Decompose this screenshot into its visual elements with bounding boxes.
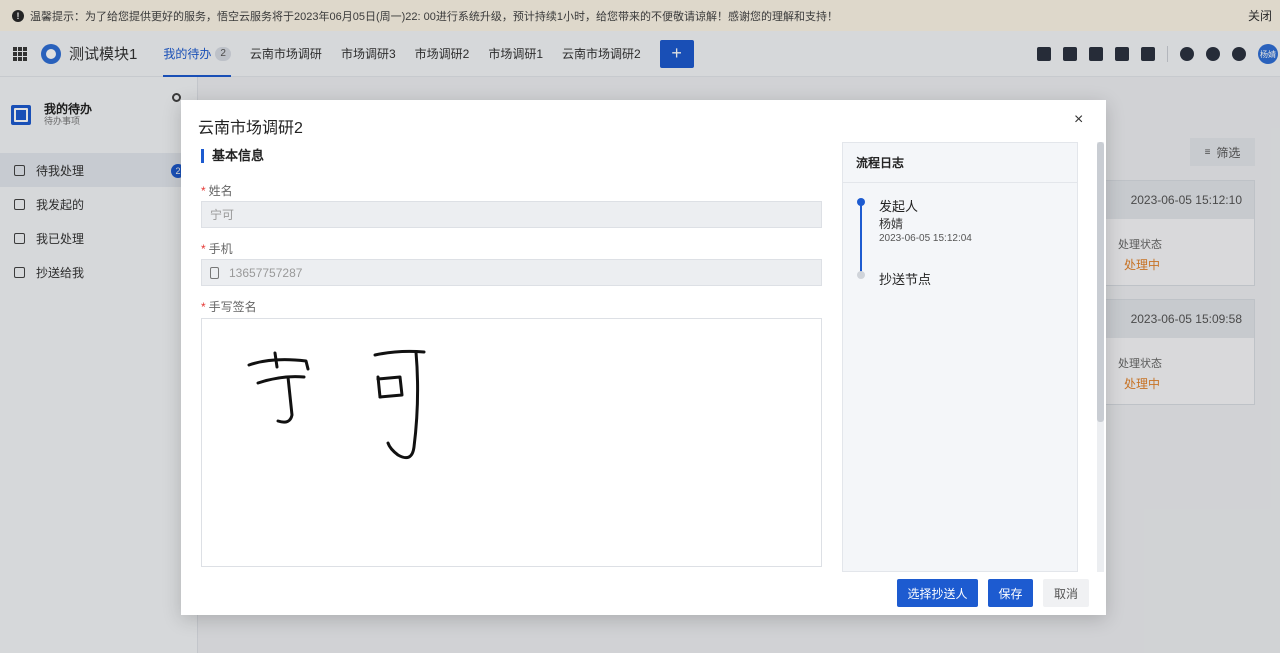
name-label: * 姓名 xyxy=(201,182,233,199)
required-mark: * xyxy=(201,242,206,256)
cancel-button[interactable]: 取消 xyxy=(1043,579,1089,607)
timeline-dot-pending xyxy=(857,271,865,279)
save-button[interactable]: 保存 xyxy=(988,579,1033,607)
form-modal: 云南市场调研2 × 基本信息 * 姓名 宁可 * 手机 13657757287 * 手… xyxy=(181,100,1106,615)
section-title: 基本信息 xyxy=(201,149,264,163)
phone-label: * 手机 xyxy=(201,240,233,257)
log-entry-title: 抄送节点 xyxy=(879,272,932,287)
name-field[interactable]: 宁可 xyxy=(201,201,822,228)
close-icon[interactable]: × xyxy=(1074,111,1083,129)
required-mark: * xyxy=(201,184,206,198)
phone-label-text: 手机 xyxy=(208,242,233,256)
mobile-icon xyxy=(210,266,219,279)
timeline-dot-active xyxy=(857,198,865,206)
signature-pad[interactable] xyxy=(201,318,822,567)
modal-title: 云南市场调研2 xyxy=(198,120,303,137)
log-entry-time: 2023-06-05 15:12:04 xyxy=(879,233,972,244)
name-field-value: 宁可 xyxy=(210,208,235,222)
signature-label: * 手写签名 xyxy=(201,298,257,315)
signature-label-text: 手写签名 xyxy=(208,300,257,314)
log-entry-person: 杨婧 xyxy=(879,217,904,231)
log-entry-title: 发起人 xyxy=(879,199,919,214)
process-log-panel: 流程日志 发起人 杨婧 2023-06-05 15:12:04 抄送节点 xyxy=(842,142,1078,572)
name-label-text: 姓名 xyxy=(208,184,233,198)
required-mark: * xyxy=(201,300,206,314)
modal-scrollbar-thumb[interactable] xyxy=(1097,142,1104,422)
handwritten-signature xyxy=(247,349,426,460)
select-cc-button[interactable]: 选择抄送人 xyxy=(897,579,978,607)
timeline-line xyxy=(860,203,862,275)
process-log-title: 流程日志 xyxy=(843,143,1077,183)
phone-field-value: 13657757287 xyxy=(229,265,303,280)
phone-field[interactable]: 13657757287 xyxy=(201,259,822,286)
